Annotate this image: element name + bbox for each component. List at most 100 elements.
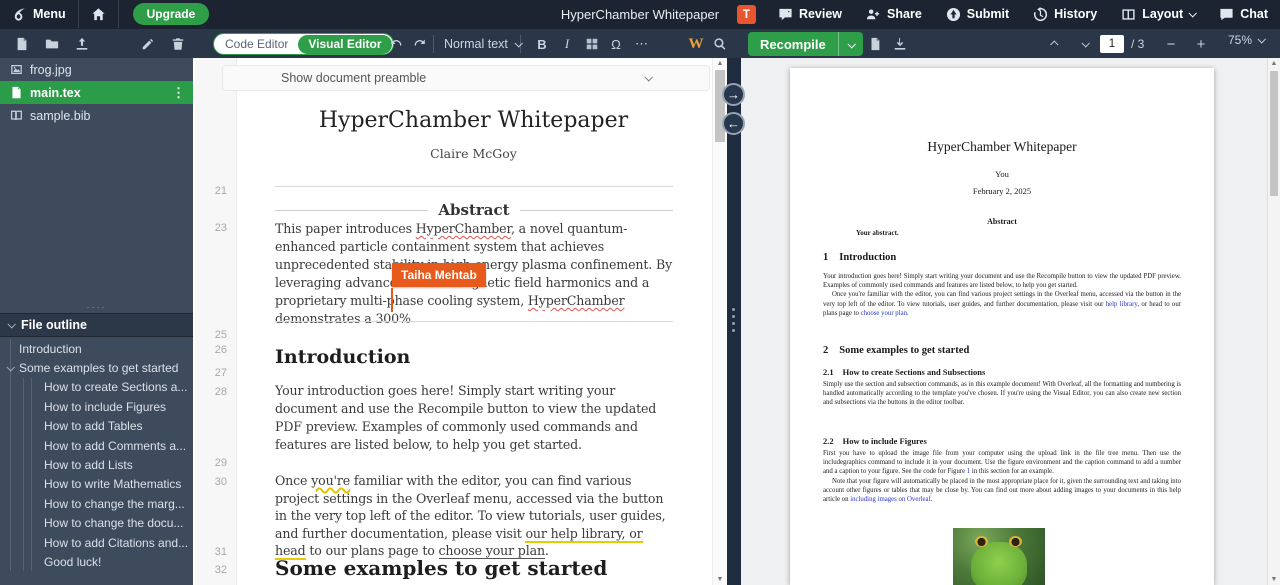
user-avatar[interactable]: T xyxy=(737,5,756,24)
abstract-text-spellcheck: HyperChamber xyxy=(416,221,511,236)
chat-button[interactable]: Chat xyxy=(1207,0,1280,28)
next-page-button[interactable] xyxy=(1073,32,1097,56)
previous-page-button[interactable] xyxy=(1043,32,1067,56)
share-people-icon xyxy=(866,7,881,22)
review-button[interactable]: Review xyxy=(766,0,854,28)
download-pdf-button[interactable] xyxy=(888,32,912,56)
pdf-link[interactable]: help library xyxy=(1106,301,1138,308)
outline-item-include-figures[interactable]: How to include Figures xyxy=(0,397,193,416)
editor-tools: Code Editor Visual Editor Normal text B … xyxy=(200,29,727,59)
insert-table-button[interactable] xyxy=(580,32,604,56)
upgrade-button[interactable]: Upgrade xyxy=(133,3,210,25)
pdf-abstract-text: Your abstract. xyxy=(856,229,899,237)
page-number-input[interactable] xyxy=(1100,35,1124,53)
review-icon xyxy=(778,7,793,22)
section-title: How to include Figures xyxy=(843,436,927,446)
outline-label: Some examples to get started xyxy=(19,361,178,375)
chevron-down-icon xyxy=(1257,35,1265,43)
editor-mode-toggle[interactable]: Code Editor Visual Editor xyxy=(213,33,394,55)
intro-paragraph-1[interactable]: Your introduction goes here! Simply star… xyxy=(275,382,673,454)
history-button[interactable]: History xyxy=(1021,0,1109,28)
pdf-date: February 2, 2025 xyxy=(790,186,1214,196)
section-number: 1 xyxy=(823,252,828,263)
tex-file-icon xyxy=(10,86,23,99)
outline-item-change-margins[interactable]: How to change the marg... xyxy=(0,494,193,513)
upload-button[interactable] xyxy=(70,32,94,56)
show-preamble-bar[interactable]: Show document preamble xyxy=(222,65,710,91)
outline-item-create-sections[interactable]: How to create Sections a... xyxy=(0,378,193,397)
zoom-in-button[interactable]: + xyxy=(1189,32,1213,56)
outline-item-add-citations[interactable]: How to add Citations and... xyxy=(0,533,193,552)
visual-editor-pane[interactable]: 21 23 25 26 27 28 29 30 31 32 Show docum… xyxy=(195,58,727,585)
outline-item-add-lists[interactable]: How to add Lists xyxy=(0,455,193,474)
sync-to-pdf-button[interactable]: → xyxy=(722,83,745,106)
scroll-down-arrow[interactable]: ▼ xyxy=(713,576,727,583)
outline-item-good-luck[interactable]: Good luck! xyxy=(0,552,193,571)
outline-item-change-document[interactable]: How to change the docu... xyxy=(0,514,193,533)
file-outline-header[interactable]: File outline xyxy=(0,313,193,337)
divider-drag-handle[interactable] xyxy=(732,308,735,332)
menu-label: Menu xyxy=(33,7,66,21)
rename-pencil-button[interactable] xyxy=(136,32,160,56)
paragraph-style-dropdown[interactable]: Normal text xyxy=(438,32,527,56)
menu-button[interactable]: Menu xyxy=(0,0,78,28)
file-sample-bib[interactable]: sample.bib xyxy=(0,104,193,127)
scroll-up-arrow[interactable]: ▲ xyxy=(1268,60,1280,67)
horizontal-rule xyxy=(275,321,673,322)
undo-button[interactable] xyxy=(384,32,408,56)
redo-button[interactable] xyxy=(408,32,432,56)
new-folder-button[interactable] xyxy=(40,32,64,56)
outline-label: How to add Comments a... xyxy=(44,439,186,453)
recompile-dropdown[interactable] xyxy=(839,35,863,53)
outline-item-introduction[interactable]: Introduction xyxy=(0,339,193,358)
pdf-paragraph: . xyxy=(931,496,933,503)
zoom-level-dropdown[interactable]: 75% xyxy=(1228,33,1264,47)
show-preamble-label: Show document preamble xyxy=(281,71,426,85)
collaborator-cursor-caret xyxy=(391,288,393,312)
search-button[interactable] xyxy=(708,32,732,56)
bib-file-icon xyxy=(10,109,23,122)
layout-button[interactable]: Layout xyxy=(1109,0,1207,28)
pdf-preview-pane[interactable]: HyperChamber Whitepaper You February 2, … xyxy=(741,58,1280,585)
bold-button[interactable]: B xyxy=(530,32,554,56)
new-file-button[interactable] xyxy=(10,32,34,56)
file-menu-kebab[interactable]: ⋮ xyxy=(172,85,193,101)
file-outline-title: File outline xyxy=(21,318,87,332)
home-button[interactable] xyxy=(79,0,118,28)
code-editor-option[interactable]: Code Editor xyxy=(215,37,298,51)
more-tools-button[interactable]: ⋯ xyxy=(630,32,654,56)
writefull-icon[interactable]: W xyxy=(684,32,708,56)
recompile-button[interactable]: Recompile xyxy=(748,32,863,56)
visual-editor-option[interactable]: Visual Editor xyxy=(298,35,391,54)
share-button[interactable]: Share xyxy=(854,0,934,28)
outline-item-add-tables[interactable]: How to add Tables xyxy=(0,417,193,436)
frog-eye xyxy=(1009,536,1022,547)
scroll-down-arrow[interactable]: ▼ xyxy=(1268,576,1280,583)
editor-scrollbar-thumb[interactable] xyxy=(715,70,725,142)
insert-symbol-button[interactable]: Ω xyxy=(604,32,628,56)
sidebar: frog.jpg main.tex ⋮ sample.bib ···· File… xyxy=(0,58,193,585)
split-divider[interactable]: → ← xyxy=(727,58,741,585)
pdf-scrollbar[interactable]: ▲ ▼ xyxy=(1267,58,1280,585)
pdf-link[interactable]: choose your plan xyxy=(861,310,907,317)
outline-item-write-mathematics[interactable]: How to write Mathematics xyxy=(0,475,193,494)
editor-scrollbar[interactable]: ▲ ▼ xyxy=(712,58,727,585)
submit-button[interactable]: Submit xyxy=(934,0,1021,28)
file-frog-jpg[interactable]: frog.jpg xyxy=(0,58,193,81)
scroll-up-arrow[interactable]: ▲ xyxy=(713,60,727,67)
pdf-scrollbar-thumb[interactable] xyxy=(1270,71,1278,196)
pdf-link[interactable]: including images on Overleaf xyxy=(850,496,931,503)
recompile-label: Recompile xyxy=(748,37,838,52)
outline-label: How to add Lists xyxy=(44,458,133,472)
italic-button[interactable]: I xyxy=(555,32,579,56)
file-main-tex[interactable]: main.tex ⋮ xyxy=(0,81,193,104)
delete-trash-button[interactable] xyxy=(166,32,190,56)
intro-paragraph-2[interactable]: Once you're familiar with the editor, yo… xyxy=(275,472,673,560)
outline-item-some-examples[interactable]: Some examples to get started xyxy=(0,358,193,377)
frog-figure-image xyxy=(953,528,1045,585)
outline-item-add-comments[interactable]: How to add Comments a... xyxy=(0,436,193,455)
sync-to-code-button[interactable]: ← xyxy=(722,112,745,135)
panel-resize-handle[interactable]: ···· xyxy=(0,302,193,312)
zoom-out-button[interactable]: − xyxy=(1159,32,1183,56)
view-logs-button[interactable] xyxy=(863,32,887,56)
